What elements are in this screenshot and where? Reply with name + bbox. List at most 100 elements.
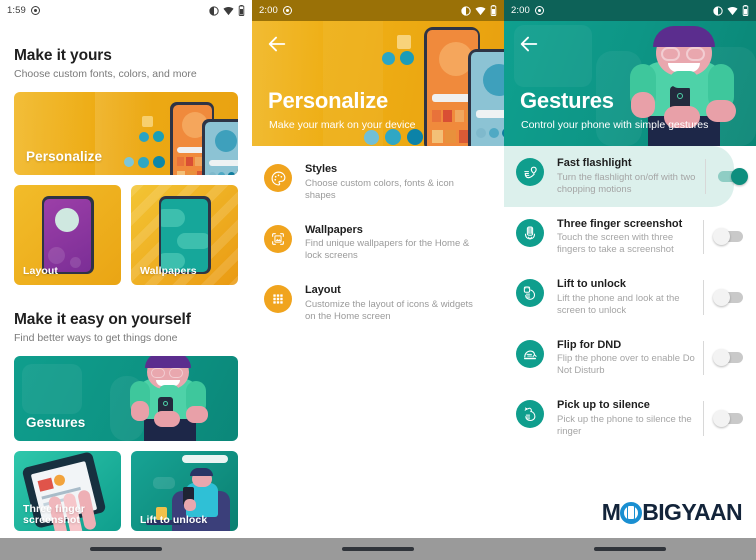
dnd-icon [30, 6, 40, 15]
toggle-knob [712, 228, 730, 246]
toggle-switch[interactable] [712, 349, 743, 367]
row-divider [703, 219, 704, 254]
toggle-switch[interactable] [712, 409, 743, 427]
personalize-list: Styles Choose custom colors, fonts & ico… [252, 146, 504, 334]
watermark-pre: M [601, 499, 621, 525]
gesture-toggle-wrap[interactable] [710, 409, 748, 427]
home-content: Make it yours Choose custom fonts, color… [0, 47, 252, 531]
status-icons [209, 5, 245, 16]
gesture-row-three-finger-screenshot[interactable]: Three finger screenshot Touch the screen… [504, 207, 756, 268]
card-wallpapers[interactable]: Wallpapers [131, 185, 238, 285]
panel-home-suggestions: 1:59 Make it yours Choose custom fonts, … [0, 0, 252, 560]
wifi-icon [223, 6, 234, 15]
card-three-finger-screenshot[interactable]: Three finger screenshot [14, 451, 121, 531]
dnd-icon [209, 5, 219, 16]
home-pill[interactable] [90, 547, 162, 551]
status-bar-right: 2:00 [504, 0, 756, 21]
section-title: Make it easy on yourself [14, 311, 191, 328]
three-finger-icon [516, 218, 544, 247]
status-icons [461, 5, 497, 16]
row-divider [705, 159, 706, 194]
list-item-title: Layout [305, 284, 341, 296]
card-label: Three finger screenshot [23, 503, 85, 526]
toggle-knob [712, 409, 730, 427]
gesture-title: Fast flashlight [557, 157, 632, 169]
gesture-text: Lift to unlock Lift the phone and look a… [557, 278, 699, 317]
watermark-logo-icon [620, 501, 643, 524]
home-pill[interactable] [594, 547, 666, 551]
deco-dots [382, 51, 414, 65]
back-button[interactable] [266, 33, 288, 55]
phone-mock-blue [468, 49, 504, 146]
gesture-desc: Turn the flashlight on/off with two chop… [557, 171, 696, 195]
dnd-icon [713, 5, 723, 16]
gesture-toggle-wrap[interactable] [710, 228, 748, 246]
panel-personalize: 2:00 Personalize Make your mark on your … [252, 0, 504, 560]
card-personalize[interactable]: Personalize [14, 92, 238, 175]
list-item-desc: Find unique wallpapers for the Home & lo… [305, 238, 470, 261]
row-divider [703, 401, 704, 436]
card-label: Lift to unlock [140, 514, 208, 526]
nav-bar-right [504, 538, 756, 560]
gesture-text: Three finger screenshot Touch the screen… [557, 218, 699, 257]
deco-dots [139, 131, 164, 142]
gesture-desc: Pick up the phone to silence the ringer [557, 413, 692, 437]
pickup-silence-icon [516, 400, 544, 428]
back-button[interactable] [518, 33, 540, 55]
toggle-knob [712, 288, 730, 306]
list-item-title: Wallpapers [305, 223, 363, 236]
dnd-icon [282, 6, 292, 15]
illustration-person [114, 356, 210, 441]
toggle-switch[interactable] [712, 228, 743, 246]
back-arrow-icon [520, 36, 538, 52]
card-label: Personalize [26, 149, 103, 164]
deco-dots-2 [124, 156, 165, 168]
personalize-hero: Personalize Make your mark on your devic… [252, 21, 504, 146]
gesture-row-pick-up-to-silence[interactable]: Pick up to silence Pick up the phone to … [504, 388, 756, 449]
gesture-row-flip-for-dnd[interactable]: Flip for DND Flip the phone over to enab… [504, 328, 756, 389]
gesture-row-fast-flashlight[interactable]: Fast flashlight Turn the flashlight on/o… [504, 146, 748, 207]
home-pill[interactable] [342, 547, 414, 551]
gesture-toggle-wrap[interactable] [710, 288, 748, 306]
card-lift-to-unlock[interactable]: Lift to unlock [131, 451, 238, 531]
section-make-it-yours: Make it yours Choose custom fonts, color… [14, 47, 238, 285]
card-label: Wallpapers [140, 265, 197, 277]
gesture-toggle-wrap[interactable] [710, 349, 748, 367]
grid-icon [264, 285, 292, 313]
wifi-icon [475, 6, 486, 15]
card-gestures[interactable]: Gestures [14, 356, 238, 441]
watermark-mobigyaan: M BIGYAAN [601, 499, 743, 526]
deco-square [142, 116, 153, 127]
nav-bar-middle [252, 538, 504, 560]
status-time: 2:00 [259, 5, 278, 16]
list-item-styles[interactable]: Styles Choose custom colors, fonts & ico… [252, 152, 504, 213]
lift-unlock-icon [516, 279, 544, 307]
toggle-switch[interactable] [717, 167, 748, 185]
deco-blob [22, 364, 82, 414]
gesture-text: Pick up to silence Pick up the phone to … [557, 399, 699, 438]
gesture-toggle-wrap[interactable] [712, 167, 750, 185]
status-bar-middle: 2:00 [252, 0, 504, 21]
wifi-icon [727, 6, 738, 15]
status-bar-left: 1:59 [0, 0, 252, 21]
list-item-layout[interactable]: Layout Customize the layout of icons & w… [252, 273, 504, 334]
gesture-desc: Touch the screen with three fingers to t… [557, 232, 674, 255]
gesture-title: Flip for DND [557, 338, 622, 351]
battery-icon [490, 5, 497, 16]
deco-square [397, 35, 411, 49]
phone-mock-purple [41, 196, 94, 274]
phone-mock-blue [202, 119, 238, 175]
list-item-wallpapers[interactable]: Wallpapers Find unique wallpapers for th… [252, 213, 504, 274]
card-layout[interactable]: Layout [14, 185, 121, 285]
toggle-switch[interactable] [712, 288, 743, 306]
gestures-list: Fast flashlight Turn the flashlight on/o… [504, 146, 756, 449]
deco-dots-2 [364, 129, 423, 145]
hero-subtitle: Control your phone with simple gestures [521, 119, 709, 131]
battery-icon [238, 5, 245, 16]
card-label: Gestures [26, 415, 86, 430]
gesture-row-lift-to-unlock[interactable]: Lift to unlock Lift the phone and look a… [504, 267, 756, 328]
section-subtitle: Choose custom fonts, colors, and more [14, 68, 197, 80]
wallpaper-icon [264, 224, 292, 253]
gesture-title: Three finger screenshot [557, 217, 683, 230]
chop-flashlight-icon [516, 158, 544, 186]
